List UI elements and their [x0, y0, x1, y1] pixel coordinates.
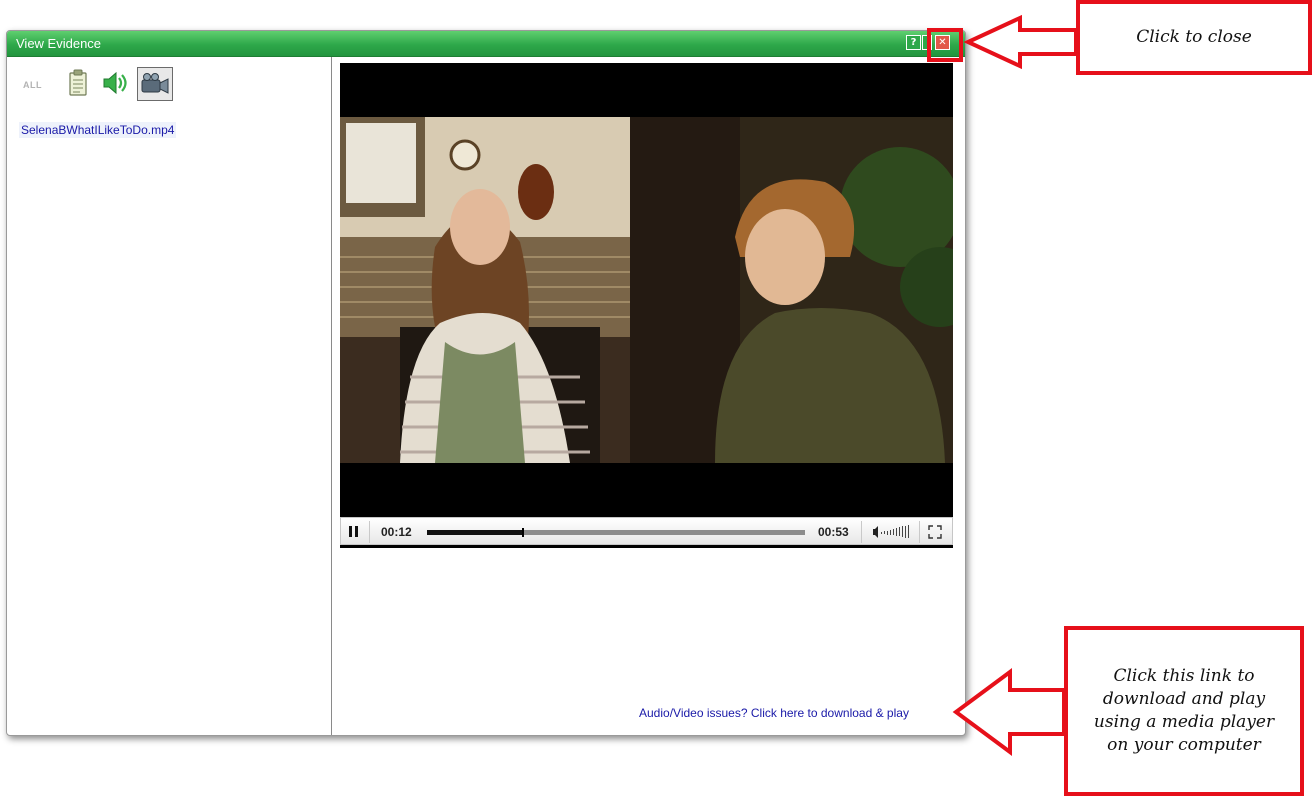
close-button-highlight — [927, 28, 963, 62]
close-callout: Click to close — [1076, 0, 1312, 75]
link-callout: Click this link to download and play usi… — [1064, 626, 1304, 796]
